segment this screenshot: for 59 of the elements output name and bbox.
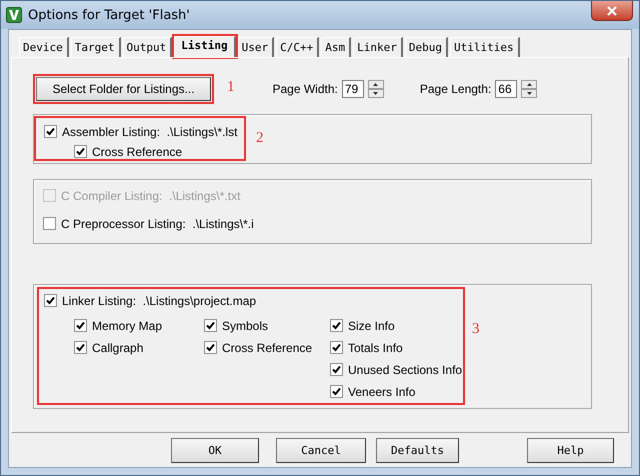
tab[interactable]: Debug [404,37,448,57]
tab[interactable]: C/C++ [276,37,320,57]
checkbox[interactable] [204,319,217,332]
annotation-number: 2 [256,130,264,147]
window-title: Options for Target 'Flash' [28,8,190,22]
checkbox-label: Symbols [222,318,268,332]
page-width-label: Page Width: [272,82,338,96]
annotation-number: 3 [472,321,480,338]
spin-up-button[interactable] [368,80,384,89]
spin-down-button[interactable] [521,89,538,98]
dialog-button[interactable]: Help [527,438,614,462]
annotation-number: 1 [227,78,234,96]
checkbox-label: Linker Listing: .\Listings\project.map [62,294,256,308]
checkbox-label: Assembler Listing: .\Listings\*.lst [62,124,238,138]
close-button[interactable] [591,1,633,21]
tab[interactable]: Listing [174,36,236,57]
checkbox-label: Totals Info [348,340,403,354]
checkbox[interactable] [330,385,343,398]
page-width-field[interactable]: 79 [342,80,364,98]
down-arrow-icon [373,92,378,95]
checkbox[interactable] [74,341,87,354]
up-arrow-icon [526,83,532,86]
dialog-button[interactable]: Defaults [376,438,459,462]
checkbox-label: Callgraph [92,340,144,354]
checkbox-label: Memory Map [92,318,162,332]
checkbox-label: Size Info [348,318,395,332]
page-length-label: Page Length: [420,82,492,96]
tab[interactable]: Linker [353,37,403,57]
app-icon [6,7,22,23]
checkbox[interactable] [44,294,57,307]
tab[interactable]: Utilities [450,37,520,57]
checkbox-label: C Preprocessor Listing: .\Listings\*.i [61,216,254,230]
checkbox[interactable] [330,341,343,354]
spin-up-button[interactable] [521,80,538,89]
checkbox-label: Cross Reference [92,144,182,158]
checkbox-label: Veneers Info [348,384,416,398]
checkbox[interactable] [330,319,343,332]
checkbox[interactable] [330,363,343,376]
checkbox-label: Cross Reference [222,340,312,354]
spin-down-button[interactable] [368,89,384,98]
tab[interactable]: Device [19,37,69,57]
tab[interactable]: User [238,37,274,57]
checkbox[interactable] [44,125,57,138]
dialog-button[interactable]: OK [171,438,259,462]
checkbox[interactable] [74,319,87,332]
checkbox[interactable] [204,341,217,354]
select-folder-button[interactable]: Select Folder for Listings... [36,77,211,101]
down-arrow-icon [526,92,532,95]
checkbox[interactable] [43,217,56,230]
close-icon [606,6,618,16]
tab[interactable]: Output [122,37,172,57]
checkbox[interactable] [74,145,87,158]
tab[interactable]: Asm [321,37,352,57]
checkbox-label: Unused Sections Info [348,362,462,376]
tab[interactable]: Target [70,37,120,57]
page-length-field[interactable]: 66 [495,80,518,98]
dialog-button[interactable]: Cancel [276,438,366,462]
checkbox-label: C Compiler Listing: .\Listings\*.txt [61,188,240,202]
up-arrow-icon [373,83,378,86]
